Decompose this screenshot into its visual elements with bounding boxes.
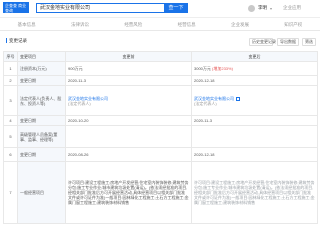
row-after: 许可项目:建设工程施工;房地产开发经营;住宅室内装饰装修;建筑劳务分包;施工专业…	[191, 161, 318, 224]
row-before: 武汉金地实业有限公司 (法定代表人)	[65, 85, 192, 116]
row-item: 注册资本(万元)	[17, 61, 66, 76]
change-record-table: 序号 变更项目 变更前 变更后 1 注册资本(万元) 900万元 3000万元 …	[3, 51, 318, 224]
row-before: 900万元	[65, 61, 192, 76]
row-num: 5	[3, 125, 18, 148]
row-after: 3000万元 (增加233%)	[191, 61, 318, 76]
site-logo[interactable]: 企查查 商业查询	[3, 2, 29, 13]
table-row: 3 法定代表人(负责人、股东、投资人等) 武汉金地实业有限公司 (法定代表人) …	[3, 85, 318, 116]
search-input[interactable]: 武汉金地实业有限公司	[36, 3, 164, 13]
search-button[interactable]: 查一下	[164, 3, 188, 13]
table-row: 4 变更日期 2020-10-20 2020-11-3	[3, 115, 318, 126]
tab-ip[interactable]: 知识产权	[267, 19, 320, 30]
row-item: 高级管理人员备案(董事、监事、经理等)	[17, 125, 66, 148]
table-row: 5 高级管理人员备案(董事、监事、经理等)	[3, 125, 318, 148]
row-after: 2020-12-18	[191, 147, 318, 162]
table-row: 6 变更日期 2020-08-26 2020-12-18	[3, 147, 318, 162]
section-toolbar: 变更记录 历史变更记录 导出数据 筛选	[0, 35, 320, 49]
section-title-text: 变更记录	[9, 38, 27, 43]
row-num: 1	[3, 61, 18, 76]
row-before: 2020-11-3	[65, 75, 192, 86]
row-after	[191, 125, 318, 148]
table-row: 2 变更日期 2020-11-3 2020-12-18	[3, 75, 318, 86]
row-after-value: 3000万元	[194, 66, 211, 71]
tab-operations[interactable]: 经营信息	[160, 19, 213, 30]
title-accent-bar	[6, 38, 7, 43]
row-item: 变更日期	[17, 147, 66, 162]
row-num: 4	[3, 115, 18, 126]
row-before: 2020-08-26	[65, 147, 192, 162]
user-menu[interactable]: 李明 ▾ 企业应用	[248, 4, 301, 12]
row-item: 一般经营项目	[17, 161, 66, 224]
row-before: 许可项目:建设工程施工;房地产开发经营;住宅室内装饰装修;建筑劳务分包;施工专业…	[65, 161, 192, 224]
row-num: 7	[3, 161, 18, 224]
avatar[interactable]	[248, 4, 255, 12]
section-title: 变更记录	[6, 37, 27, 45]
row-after: 2020-11-3	[191, 115, 318, 126]
tab-risk[interactable]: 经营风险	[107, 19, 160, 30]
row-num: 2	[3, 75, 18, 86]
top-bar: 企查查 商业查询 武汉金地实业有限公司 查一下 李明 ▾ 企业应用	[0, 0, 320, 18]
tab-basic-info[interactable]: 基本信息	[0, 19, 53, 30]
before-role-label: (法定代表人)	[68, 100, 91, 106]
after-role-label: (法定代表人)	[194, 100, 217, 106]
filter-button[interactable]: 筛选	[302, 38, 316, 46]
external-link-icon[interactable]	[236, 96, 240, 101]
header-after: 变更后	[191, 51, 318, 62]
row-before	[65, 125, 192, 148]
row-after: 2020-12-18	[191, 75, 318, 86]
table-header-row: 序号 变更项目 变更前 变更后	[3, 51, 318, 62]
row-after-note: (增加233%)	[212, 66, 233, 71]
user-name[interactable]: 李明	[258, 5, 267, 11]
row-num: 3	[3, 85, 18, 116]
row-item: 变更日期	[17, 115, 66, 126]
header-num: 序号	[3, 51, 18, 62]
tab-development[interactable]: 企业发展	[213, 19, 266, 30]
table-row: 1 注册资本(万元) 900万元 3000万元 (增加233%)	[3, 61, 318, 76]
export-button[interactable]: 导出数据	[277, 38, 299, 46]
row-before: 2020-10-20	[65, 115, 192, 126]
chevron-down-icon[interactable]: ▾	[270, 6, 272, 11]
tab-legal[interactable]: 法律诉讼	[53, 19, 106, 30]
history-button[interactable]: 历史变更记录	[249, 38, 276, 46]
header-before: 变更前	[65, 51, 192, 62]
row-after: 武汉金地实业有限公司 (法定代表人)	[191, 85, 318, 116]
row-item: 变更日期	[17, 75, 66, 86]
enterprise-apps-link[interactable]: 企业应用	[283, 5, 301, 11]
tab-bar: 基本信息 法律诉讼 经营风险 经营信息 企业发展 知识产权	[0, 19, 320, 31]
row-item: 法定代表人(负责人、股东、投资人等)	[17, 85, 66, 116]
table-row: 7 一般经营项目 许可项目:建设工程施工;房地产开发经营;住宅室内装饰装修;建筑…	[3, 161, 318, 224]
header-item: 变更项目	[17, 51, 66, 62]
row-num: 6	[3, 147, 18, 162]
